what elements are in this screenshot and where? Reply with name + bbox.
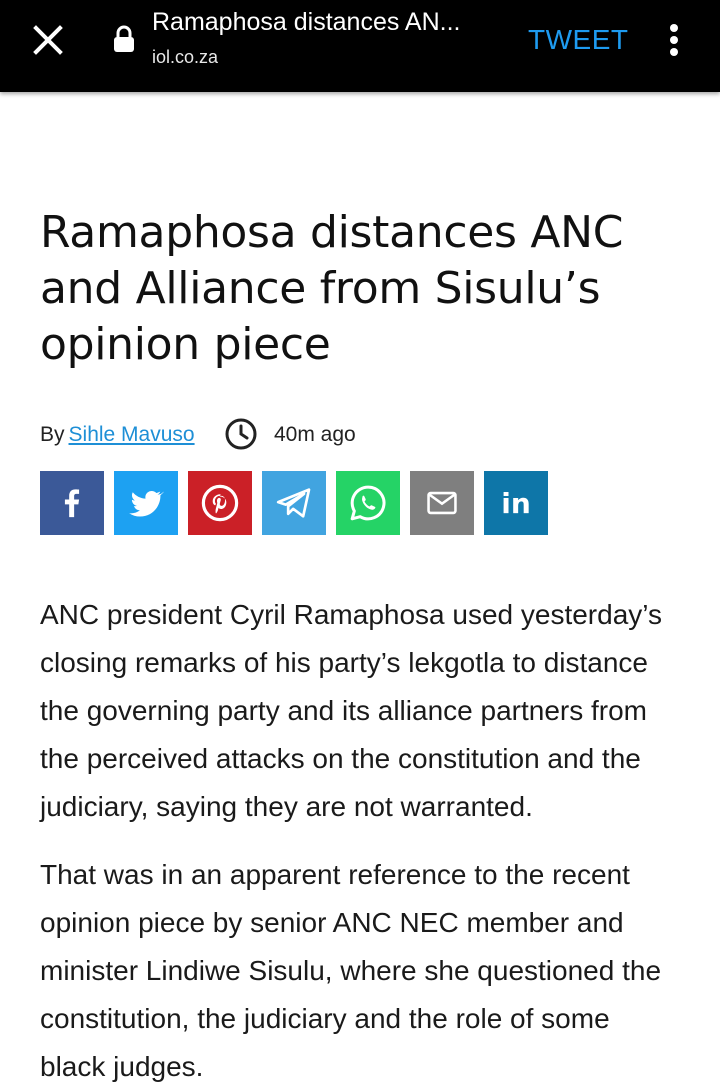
clock-icon — [225, 418, 257, 450]
email-icon — [427, 491, 457, 515]
lock-icon — [114, 25, 134, 52]
share-facebook-button[interactable] — [40, 471, 104, 535]
tweet-button[interactable]: TWEET — [528, 24, 629, 56]
share-linkedin-button[interactable]: in — [484, 471, 548, 535]
twitter-icon — [129, 490, 164, 517]
pinterest-icon — [201, 484, 239, 522]
author-link[interactable]: Sihle Mavuso — [69, 423, 195, 446]
article-headline: Ramaphosa distances ANC and Alliance fro… — [40, 207, 624, 370]
article-body: ANC president Cyril Ramaphosa used yeste… — [40, 591, 680, 1091]
by-label: By — [40, 423, 65, 446]
share-email-button[interactable] — [410, 471, 474, 535]
browser-toolbar: Ramaphosa distances AN... iol.co.za TWEE… — [0, 0, 720, 92]
share-bar: in — [40, 471, 680, 535]
article-paragraph: ANC president Cyril Ramaphosa used yeste… — [40, 599, 662, 822]
article-content: Ramaphosa distances ANC and Alliance fro… — [0, 92, 720, 1091]
article-paragraph: That was in an apparent reference to the… — [40, 859, 662, 1082]
facebook-icon — [64, 489, 80, 518]
close-icon[interactable] — [28, 20, 68, 60]
share-telegram-button[interactable] — [262, 471, 326, 535]
linkedin-icon: in — [501, 486, 531, 520]
byline: By Sihle Mavuso 40m ago — [40, 418, 680, 451]
published-time: 40m ago — [274, 423, 356, 446]
telegram-icon — [276, 488, 311, 518]
share-pinterest-button[interactable] — [188, 471, 252, 535]
share-whatsapp-button[interactable] — [336, 471, 400, 535]
browser-page-title: Ramaphosa distances AN... — [152, 8, 461, 36]
share-twitter-button[interactable] — [114, 471, 178, 535]
browser-url: iol.co.za — [152, 47, 219, 67]
more-vert-icon[interactable] — [660, 20, 688, 60]
whatsapp-icon — [350, 485, 386, 521]
